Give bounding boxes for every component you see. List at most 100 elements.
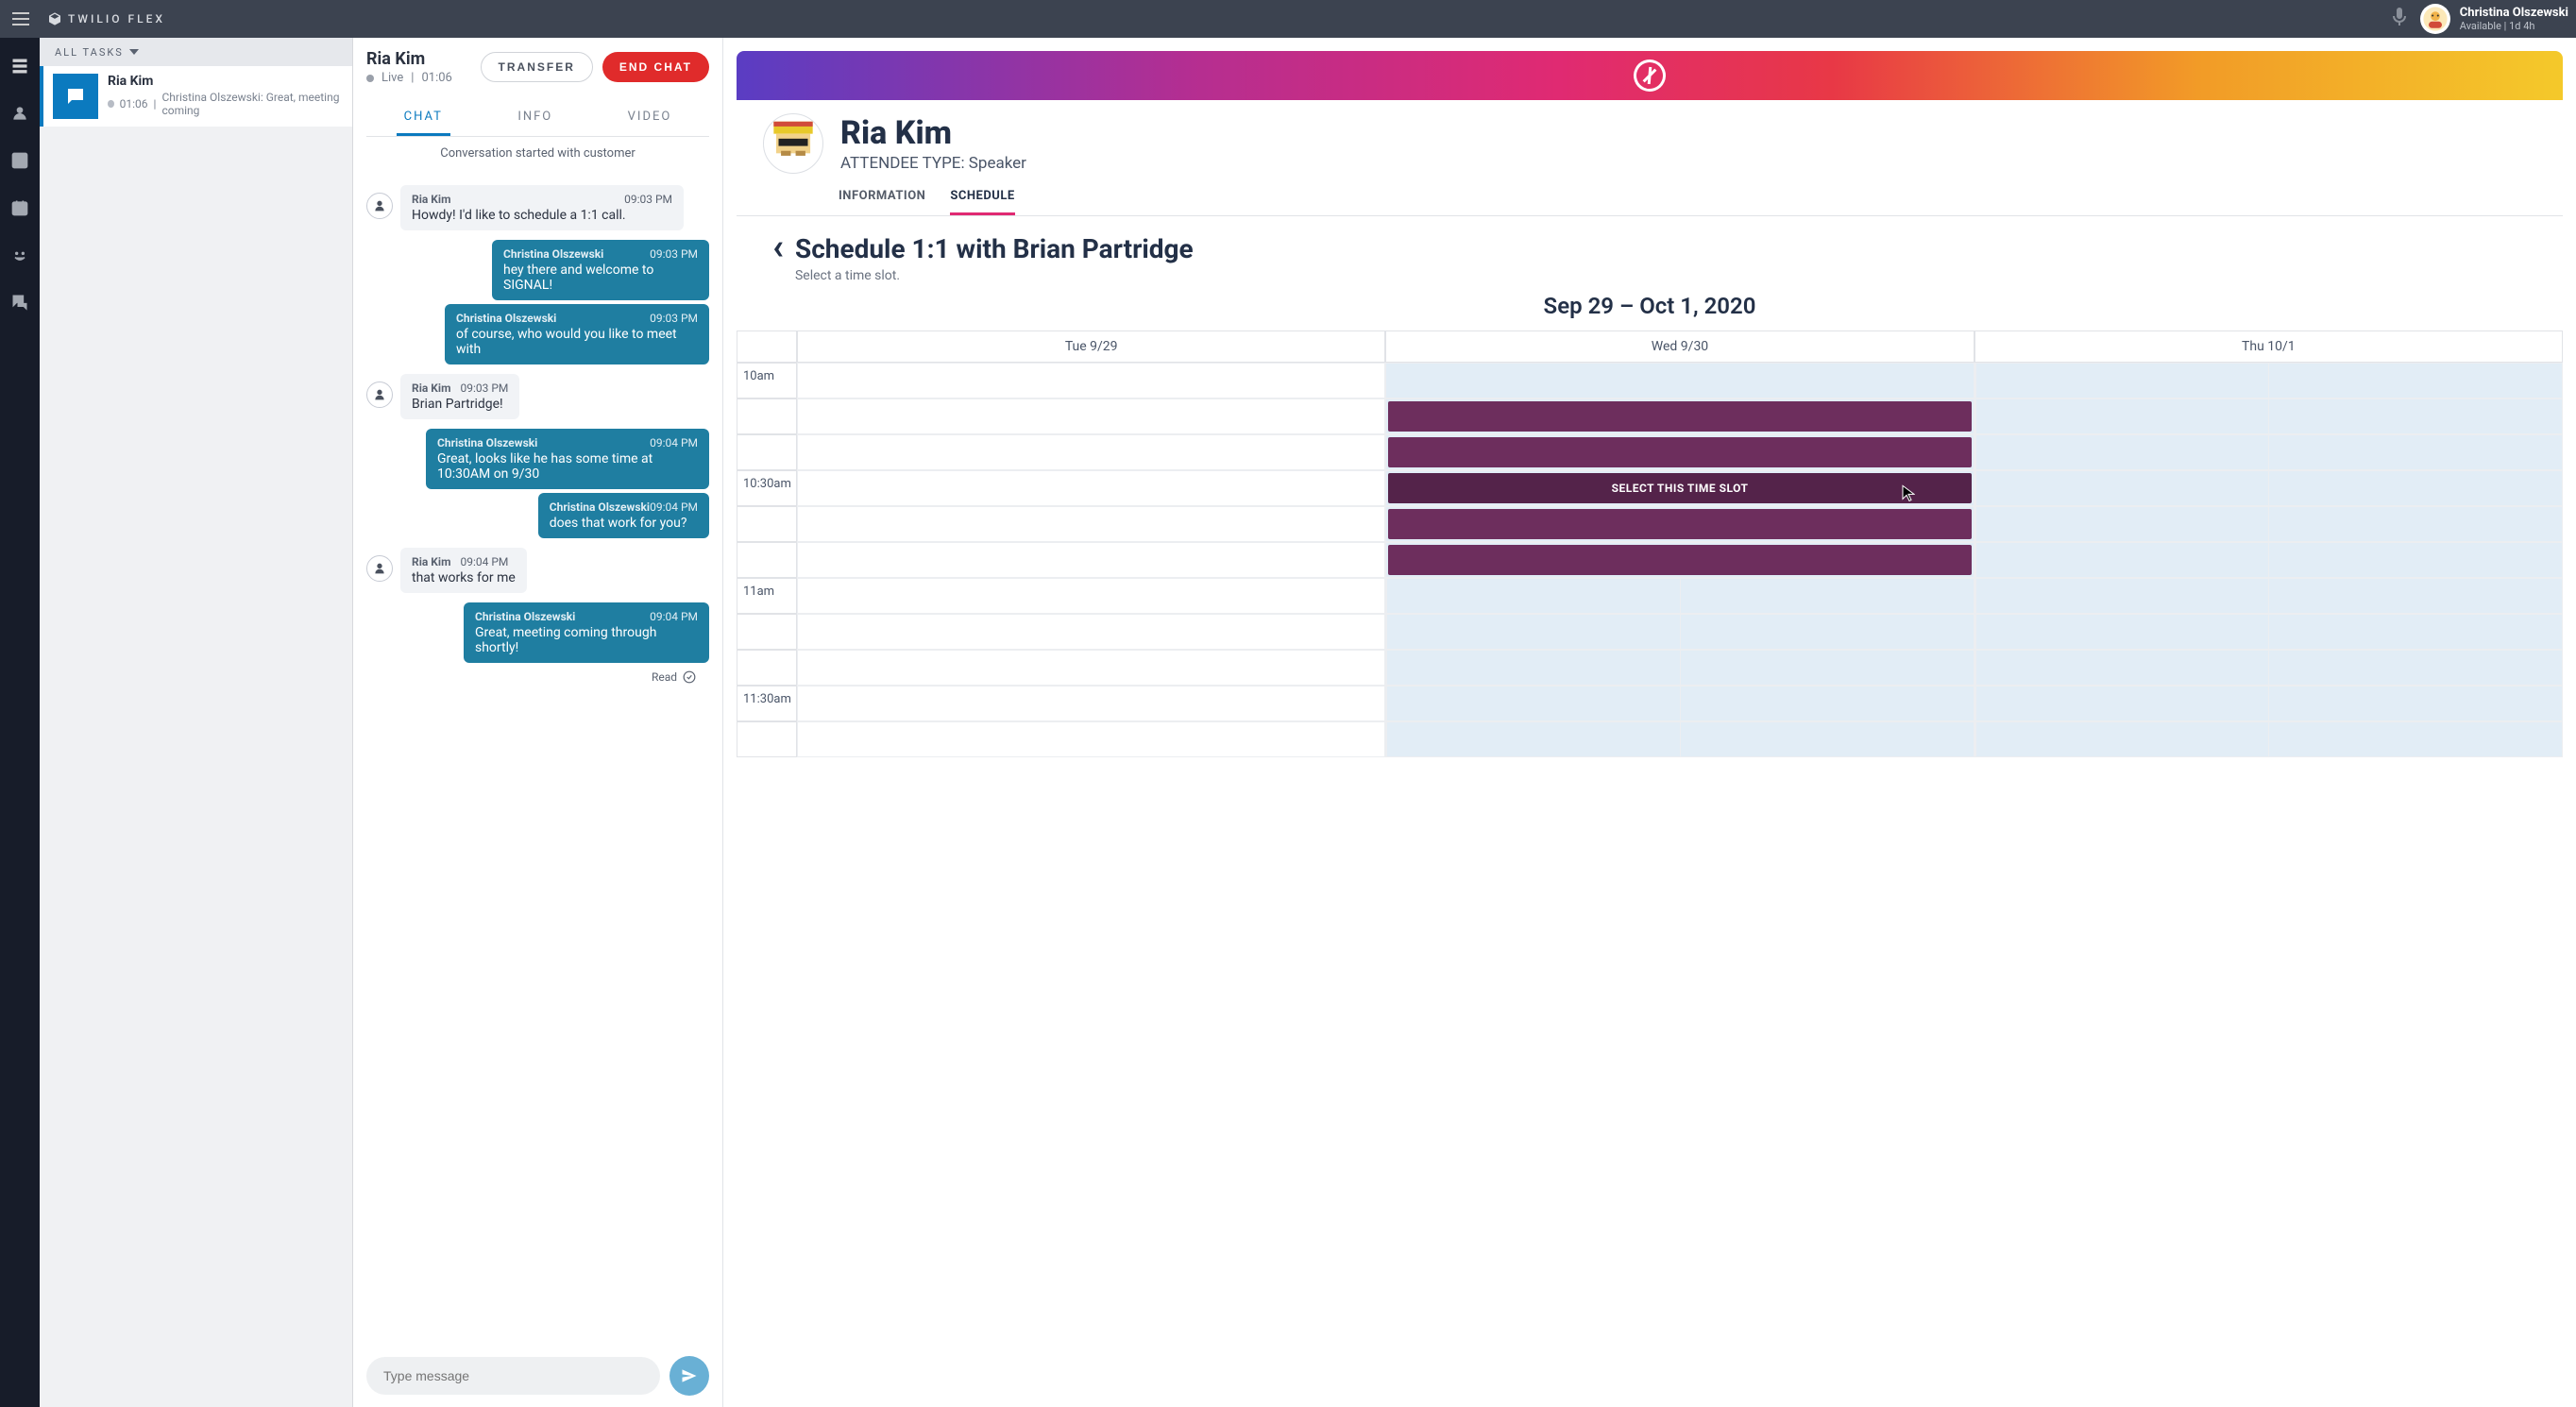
calendar-cell[interactable] [1974, 470, 2563, 506]
time-label: 11:30am [737, 686, 797, 721]
send-button[interactable] [669, 1356, 709, 1396]
user-block[interactable]: Christina Olszewski Available | 1d 4h [2420, 4, 2568, 34]
task-subtitle: 01:06 | Christina Olszewski: Great, meet… [108, 91, 343, 117]
rail-item-queues-icon[interactable] [8, 55, 31, 77]
calendar-grid: Tue 9/29 Wed 9/30 Thu 10/1 10am 10:30am [737, 331, 2563, 757]
signal-logo-icon [1628, 54, 1670, 96]
message-text: that works for me [412, 570, 516, 585]
message-text: Howdy! I'd like to schedule a 1:1 call. [412, 208, 672, 223]
calendar-cell[interactable] [1385, 721, 1974, 757]
time-label: 11am [737, 578, 797, 614]
read-receipt: Read [366, 667, 709, 684]
message-text: does that work for you? [550, 516, 698, 531]
calendar-cell[interactable] [1385, 398, 1974, 434]
busy-slot[interactable] [1388, 437, 1971, 467]
task-filter-dropdown[interactable]: ALL TASKS [40, 38, 352, 66]
busy-slot[interactable] [1388, 545, 1971, 575]
calendar-cell[interactable] [1974, 721, 2563, 757]
end-chat-button[interactable]: END CHAT [602, 52, 709, 82]
user-name: Christina Olszewski [2460, 6, 2568, 20]
tab-chat[interactable]: CHAT [397, 100, 450, 136]
message-text: Great, meeting coming through shortly! [475, 625, 698, 655]
calendar-cell[interactable] [1385, 542, 1974, 578]
calendar-cell[interactable] [1974, 578, 2563, 614]
calendar-cell[interactable] [797, 434, 1385, 470]
day-header: Thu 10/1 [1974, 331, 2563, 363]
conversation-started-label: Conversation started with customer [353, 137, 722, 170]
transfer-button[interactable]: TRANSFER [481, 52, 593, 82]
message-text: of course, who would you like to meet wi… [456, 327, 698, 357]
message-input[interactable] [366, 1357, 660, 1395]
calendar-cell[interactable] [1385, 650, 1974, 686]
rail-item-dashboard-icon[interactable] [8, 149, 31, 172]
calendar-cell[interactable] [1385, 363, 1974, 398]
brand: TWILIO FLEX [47, 11, 165, 26]
calendar-cell[interactable] [797, 578, 1385, 614]
calendar-cell[interactable] [1974, 542, 2563, 578]
day-header: Tue 9/29 [797, 331, 1385, 363]
calendar-cell[interactable] [797, 721, 1385, 757]
calendar-cell[interactable] [1974, 506, 2563, 542]
contact-avatar [763, 113, 823, 174]
calendar-cell[interactable] [1974, 686, 2563, 721]
user-avatar [2420, 4, 2450, 34]
chat-task-icon [53, 74, 98, 119]
calendar-cell[interactable] [1385, 578, 1974, 614]
calendar-cell[interactable] [1974, 363, 2563, 398]
calendar-cell[interactable] [797, 650, 1385, 686]
calendar-cell[interactable] [1385, 686, 1974, 721]
calendar-cell[interactable] [1974, 398, 2563, 434]
calendar-cell[interactable] [797, 686, 1385, 721]
rail-item-face-icon[interactable] [8, 244, 31, 266]
task-item[interactable]: Ria Kim 01:06 | Christina Olszewski: Gre… [40, 66, 352, 127]
tab-video[interactable]: VIDEO [620, 100, 680, 136]
time-label: 10am [737, 363, 797, 398]
calendar-cell[interactable] [1974, 434, 2563, 470]
tab-information[interactable]: INFORMATION [839, 189, 925, 215]
calendar-cell[interactable] [797, 363, 1385, 398]
calendar-cell[interactable] [797, 470, 1385, 506]
select-time-slot-button[interactable]: SELECT THIS TIME SLOT [1388, 473, 1971, 503]
calendar-cell[interactable] [1974, 650, 2563, 686]
message-text: hey there and welcome to SIGNAL! [503, 263, 698, 293]
schedule-subtitle: Select a time slot. [795, 268, 1194, 283]
message-text: Great, looks like he has some time at 10… [437, 451, 698, 482]
calendar-cell[interactable] [797, 542, 1385, 578]
calendar-cell[interactable] [1385, 434, 1974, 470]
chat-customer-name: Ria Kim [366, 49, 452, 69]
calendar-cell[interactable] [797, 614, 1385, 650]
chat-status: Live | 01:06 [366, 71, 452, 85]
tab-info[interactable]: INFO [510, 100, 560, 136]
mic-icon[interactable] [2392, 8, 2407, 30]
rail-item-people-icon[interactable] [8, 102, 31, 125]
rail-item-calendar-icon[interactable] [8, 196, 31, 219]
person-icon [366, 193, 393, 219]
calendar-cell[interactable] [797, 398, 1385, 434]
person-icon [366, 381, 393, 408]
task-title: Ria Kim [108, 74, 343, 89]
schedule-title: Schedule 1:1 with Brian Partridge [795, 233, 1194, 264]
brand-text: TWILIO FLEX [68, 12, 165, 25]
message-list: Ria Kim09:03 PM Howdy! I'd like to sched… [353, 170, 722, 1345]
time-label: 10:30am [737, 470, 797, 506]
topbar: TWILIO FLEX Christina Olszewski Availabl… [0, 0, 2576, 38]
calendar-cell[interactable] [1385, 506, 1974, 542]
back-icon[interactable]: ‹ [772, 233, 784, 262]
hamburger-icon[interactable] [8, 6, 34, 32]
left-rail [0, 38, 40, 1407]
calendar-cell[interactable]: SELECT THIS TIME SLOT [1385, 470, 1974, 506]
crm-panel: Ria Kim ATTENDEE TYPE: Speaker INFORMATI… [723, 38, 2576, 1407]
busy-slot[interactable] [1388, 509, 1971, 539]
chat-panel: Ria Kim Live | 01:06 TRANSFER END CHAT C… [353, 38, 723, 1407]
tab-schedule[interactable]: SCHEDULE [950, 189, 1014, 215]
busy-slot[interactable] [1388, 401, 1971, 432]
brand-banner [737, 51, 2563, 100]
calendar-cell[interactable] [797, 506, 1385, 542]
rail-item-chat-icon[interactable] [8, 291, 31, 314]
task-list: ALL TASKS Ria Kim 01:06 | Christina Olsz… [40, 38, 353, 1407]
day-header: Wed 9/30 [1385, 331, 1974, 363]
calendar-cell[interactable] [1974, 614, 2563, 650]
contact-type: ATTENDEE TYPE: Speaker [840, 154, 1026, 173]
person-icon [366, 555, 393, 582]
calendar-cell[interactable] [1385, 614, 1974, 650]
